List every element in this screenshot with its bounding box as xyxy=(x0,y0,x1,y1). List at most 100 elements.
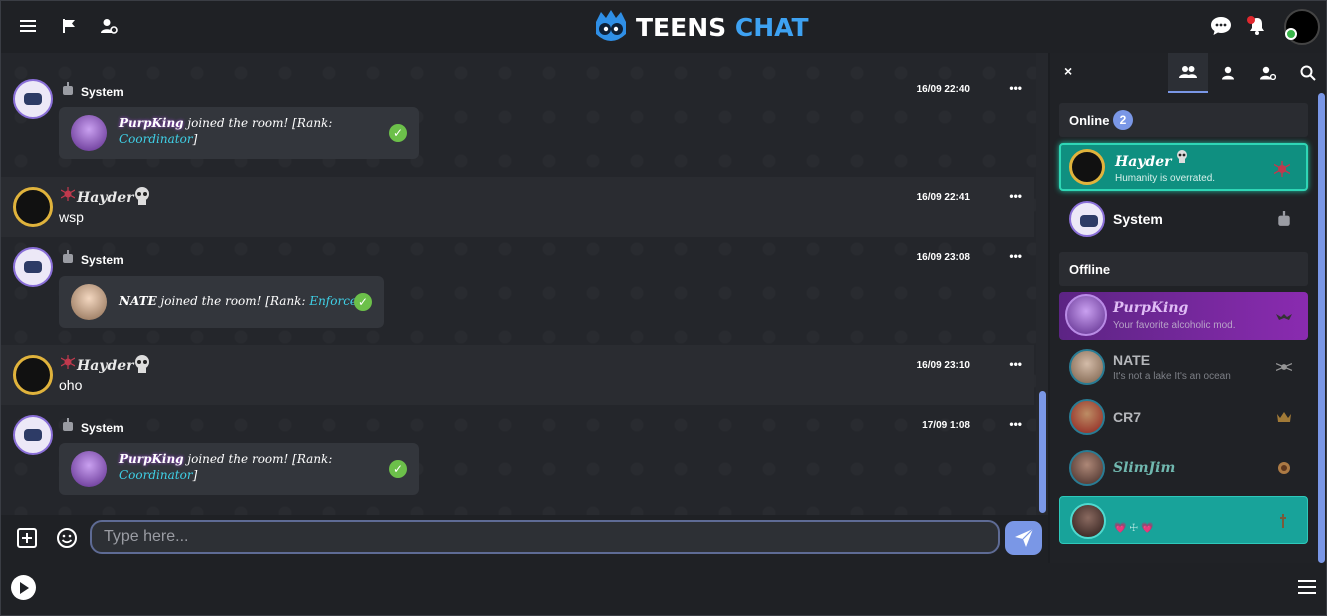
join-notice: PurpKing joined the room! [Rank: Coordin… xyxy=(59,443,419,495)
user-name: SlimJim xyxy=(1113,460,1176,476)
message-input[interactable] xyxy=(90,520,1000,554)
message-username[interactable]: Hayder xyxy=(77,358,134,374)
skull-badge-icon xyxy=(135,187,149,205)
robot-rank-icon xyxy=(63,82,73,95)
user-avatar xyxy=(1070,503,1106,539)
dagger-rank-icon xyxy=(1280,514,1286,528)
user-item-system[interactable]: System xyxy=(1059,195,1308,243)
system-avatar[interactable] xyxy=(13,79,53,119)
message-time: 16/09 22:40 xyxy=(916,84,970,95)
notice-text: PurpKing joined the room! [Rank: Coordin… xyxy=(119,451,332,483)
tab-staff[interactable] xyxy=(1248,53,1288,93)
flag-icon[interactable] xyxy=(58,15,80,37)
message-time: 16/09 23:08 xyxy=(916,252,970,263)
message-item: System 16/09 22:40 ••• PurpKing joined t… xyxy=(1,69,1034,177)
user-item-unnamed[interactable]: 💗 ☩ 💗 xyxy=(1059,496,1308,544)
message-options-button[interactable]: ••• xyxy=(1009,81,1022,95)
close-panel-button[interactable]: × xyxy=(1064,63,1072,79)
user-name: Hayder xyxy=(1115,154,1172,170)
bat-rank-icon xyxy=(1276,314,1292,320)
play-icon[interactable] xyxy=(11,575,36,600)
spider-rank-icon xyxy=(61,355,75,369)
user-mood: Humanity is overrated. xyxy=(1115,173,1216,184)
user-avatar xyxy=(1069,201,1105,237)
hayder-avatar[interactable] xyxy=(13,355,53,395)
message-username[interactable]: System xyxy=(81,253,124,267)
message-options-button[interactable]: ••• xyxy=(1009,189,1022,203)
logo: TEENS CHAT xyxy=(592,8,809,46)
spider-rank-icon xyxy=(1274,161,1290,177)
user-item-slimjim[interactable]: SlimJim xyxy=(1059,444,1308,492)
panel-scrollbar[interactable] xyxy=(1318,93,1325,563)
join-notice: PurpKing joined the room! [Rank: Coordin… xyxy=(59,107,419,159)
user-item-purpking[interactable]: PurpKing Your favorite alcoholic mod. xyxy=(1059,292,1308,340)
user-item-cr7[interactable]: CR7 xyxy=(1059,393,1308,441)
notice-username[interactable]: PurpKing xyxy=(119,452,184,466)
hayder-avatar[interactable] xyxy=(13,187,53,227)
check-icon: ✓ xyxy=(389,124,407,142)
top-bar: TEENS CHAT xyxy=(1,1,1326,53)
check-icon: ✓ xyxy=(354,293,372,311)
message-item: System 16/09 23:08 ••• NATE joined the r… xyxy=(1,237,1034,345)
message-options-button[interactable]: ••• xyxy=(1009,357,1022,371)
notice-end: ] xyxy=(192,468,198,482)
user-gear-icon xyxy=(1260,66,1276,80)
purpking-avatar[interactable] xyxy=(71,115,107,151)
user-item-nate[interactable]: NATE It's not a lake It's an ocean xyxy=(1059,343,1308,391)
robot-rank-icon xyxy=(63,250,73,263)
flower-rank-icon xyxy=(1278,462,1290,474)
nate-avatar[interactable] xyxy=(71,284,107,320)
user-icon xyxy=(1222,66,1234,80)
check-icon: ✓ xyxy=(389,460,407,478)
user-list-panel: × Online 2 Hayder Humanity is overrated. xyxy=(1050,53,1326,563)
notice-username[interactable]: NATE xyxy=(119,294,157,308)
tab-friends[interactable] xyxy=(1208,53,1248,93)
system-avatar[interactable] xyxy=(13,247,53,287)
send-button[interactable] xyxy=(1005,521,1042,555)
user-avatar xyxy=(1069,399,1105,435)
notice-rank: Coordinator xyxy=(119,468,193,482)
online-count-badge: 2 xyxy=(1113,110,1133,130)
chat-bubble-icon[interactable] xyxy=(1210,15,1232,37)
logo-text-teens: TEENS xyxy=(636,12,727,42)
robot-rank-icon xyxy=(63,418,73,431)
notice-body: joined the room! [Rank: xyxy=(156,294,310,308)
user-avatar xyxy=(1069,349,1105,385)
bottom-menu-icon[interactable] xyxy=(1298,579,1316,595)
notice-username[interactable]: PurpKing xyxy=(119,116,184,130)
app-window: TEENS CHAT System 16/09 22:40 ••• PurpKi… xyxy=(0,0,1327,616)
add-attachment-icon[interactable] xyxy=(16,527,38,549)
notice-body: joined the room! [Rank: xyxy=(183,452,333,466)
skull-badge-icon xyxy=(135,355,149,373)
user-avatar xyxy=(1065,294,1107,336)
chat-scrollbar-thumb[interactable] xyxy=(1039,391,1046,513)
message-options-button[interactable]: ••• xyxy=(1009,417,1022,431)
notice-text: NATE joined the room! [Rank: Enforcer] xyxy=(119,293,367,309)
system-avatar[interactable] xyxy=(13,415,53,455)
message-username[interactable]: System xyxy=(81,85,124,99)
message-options-button[interactable]: ••• xyxy=(1009,249,1022,263)
purpking-avatar[interactable] xyxy=(71,451,107,487)
tab-users[interactable] xyxy=(1168,53,1208,93)
skull-badge-icon xyxy=(1177,150,1187,163)
emoji-icon[interactable] xyxy=(56,527,78,549)
menu-icon[interactable] xyxy=(17,15,39,37)
tab-search[interactable] xyxy=(1288,53,1327,93)
user-name: System xyxy=(1113,211,1163,227)
user-item-hayder[interactable]: Hayder Humanity is overrated. xyxy=(1059,143,1308,191)
offline-label: Offline xyxy=(1069,262,1111,277)
notice-body: joined the room! [Rank: xyxy=(183,116,333,130)
message-text: wsp xyxy=(59,209,84,225)
user-mood: Your favorite alcoholic mod. xyxy=(1113,320,1236,331)
bell-icon[interactable] xyxy=(1246,15,1268,37)
message-username[interactable]: Hayder xyxy=(77,190,134,206)
user-name: CR7 xyxy=(1113,409,1142,425)
crown-rank-icon xyxy=(1277,412,1291,422)
search-icon xyxy=(1300,65,1316,81)
user-settings-icon[interactable] xyxy=(98,15,120,37)
message-time: 17/09 1:08 xyxy=(922,420,970,431)
spider-rank-icon xyxy=(61,187,75,201)
logo-mascot-icon xyxy=(596,10,626,41)
message-username[interactable]: System xyxy=(81,421,124,435)
panel-tabs: × xyxy=(1050,53,1326,93)
